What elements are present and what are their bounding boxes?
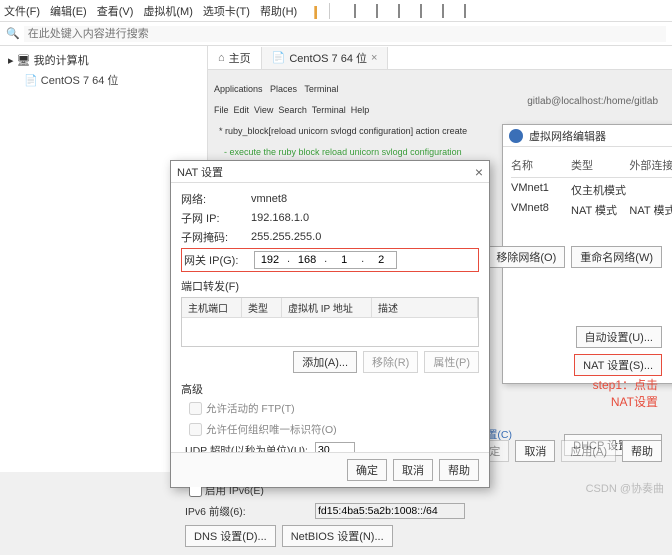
netedit-cancel-button[interactable]: 取消 — [515, 440, 555, 462]
allow-oui-checkbox[interactable] — [189, 423, 202, 436]
close-icon[interactable]: × — [371, 52, 377, 64]
menu-view[interactable]: 查看(V) — [97, 3, 134, 19]
net-row-vmnet1[interactable]: VMnet1仅主机模式已连接已启用192.168.12.0 — [511, 180, 672, 200]
toolbar-icon-3[interactable] — [398, 5, 410, 17]
menu-help[interactable]: 帮助(H) — [260, 3, 297, 19]
network-label: 网络: — [181, 191, 251, 207]
port-properties-button[interactable]: 属性(P) — [424, 351, 479, 373]
subnet-ip-value: 192.168.1.0 — [251, 212, 309, 224]
tree-vm[interactable]: 📄 CentOS 7 64 位 — [4, 70, 203, 90]
menu-tabs[interactable]: 选项卡(T) — [203, 3, 250, 19]
subnet-mask-label: 子网掩码: — [181, 229, 251, 245]
network-value: vmnet8 — [251, 193, 287, 205]
tree-root[interactable]: ▸ 🖥 我的计算机 — [4, 50, 203, 70]
terminal-title: gitlab@localhost:/home/gitlab — [527, 96, 658, 107]
search-icon: 🔍 — [6, 27, 20, 40]
menu-edit[interactable]: 编辑(E) — [50, 3, 87, 19]
auto-settings-button[interactable]: 自动设置(U)... — [576, 326, 662, 348]
gateway-ip-label: 网关 IP(G): — [184, 252, 254, 268]
advanced-label: 高级 — [181, 381, 479, 397]
netedit-apply-button[interactable]: 应用(A) — [561, 440, 616, 462]
allow-ftp-checkbox[interactable] — [189, 402, 202, 415]
toolbar-icon-6[interactable] — [464, 5, 476, 17]
subnet-mask-value: 255.255.255.0 — [251, 231, 321, 243]
ipv6-prefix-input — [315, 503, 465, 519]
gnome-topbar: Applications Places Terminal — [214, 84, 666, 95]
nat-dialog-title: NAT 设置 — [177, 164, 223, 180]
port-remove-button[interactable]: 移除(R) — [363, 351, 418, 373]
tab-home[interactable]: ⌂主页 — [208, 47, 262, 69]
globe-icon — [509, 129, 523, 143]
dns-settings-button[interactable]: DNS 设置(D)... — [185, 525, 276, 547]
gateway-ip-input[interactable]: . . . — [254, 251, 397, 269]
watermark: CSDN @协奏曲 — [586, 480, 664, 496]
app-menubar: 文件(F) 编辑(E) 查看(V) 虚拟机(M) 选项卡(T) 帮助(H) || — [0, 0, 672, 22]
search-input[interactable] — [24, 26, 666, 42]
nat-help-button[interactable]: 帮助 — [439, 459, 479, 481]
port-forward-table[interactable]: 主机端口 类型 虚拟机 IP 地址 描述 — [181, 297, 479, 347]
menu-vm[interactable]: 虚拟机(M) — [143, 3, 193, 19]
nat-settings-dialog: NAT 设置 × 网络:vmnet8 子网 IP:192.168.1.0 子网掩… — [170, 160, 490, 488]
search-bar: 🔍 — [0, 22, 672, 46]
netedit-help-button[interactable]: 帮助 — [622, 440, 662, 462]
port-forward-label: 端口转发(F) — [181, 278, 479, 294]
home-icon: ⌂ — [218, 52, 225, 64]
nat-cancel-button[interactable]: 取消 — [393, 459, 433, 481]
tab-vm[interactable]: 📄 CentOS 7 64 位 × — [262, 47, 389, 69]
dialog-close-icon[interactable]: × — [475, 164, 483, 180]
netedit-title: 虚拟网络编辑器 — [529, 128, 606, 144]
nat-settings-button[interactable]: NAT 设置(S)... — [574, 354, 662, 376]
menu-file[interactable]: 文件(F) — [4, 3, 40, 19]
annotation-step1: step1：点击 NAT设置 — [593, 376, 658, 410]
main-tabs: ⌂主页 📄 CentOS 7 64 位 × — [208, 46, 672, 70]
net-row-vmnet8[interactable]: VMnet8NAT 模式NAT 模式已连接-192.168.1.0 — [511, 200, 672, 220]
pause-icon[interactable]: || — [313, 3, 315, 19]
toolbar-icon-2[interactable] — [376, 5, 388, 17]
netedit-footer: 确定 取消 应用(A) 帮助 — [469, 440, 662, 462]
net-table-header: 名称类型外部连接主机连接DHCP子网地址 — [511, 155, 672, 178]
netbios-settings-button[interactable]: NetBIOS 设置(N)... — [282, 525, 393, 547]
toolbar-icon-4[interactable] — [420, 5, 432, 17]
subnet-ip-label: 子网 IP: — [181, 210, 251, 226]
toolbar-icon-5[interactable] — [442, 5, 454, 17]
toolbar-icon-1[interactable] — [354, 5, 366, 17]
stop-icon[interactable] — [334, 5, 344, 17]
remove-network-button[interactable]: 移除网络(O) — [487, 246, 565, 268]
port-add-button[interactable]: 添加(A)... — [293, 351, 357, 373]
nat-ok-button[interactable]: 确定 — [347, 459, 387, 481]
rename-network-button[interactable]: 重命名网络(W) — [571, 246, 662, 268]
